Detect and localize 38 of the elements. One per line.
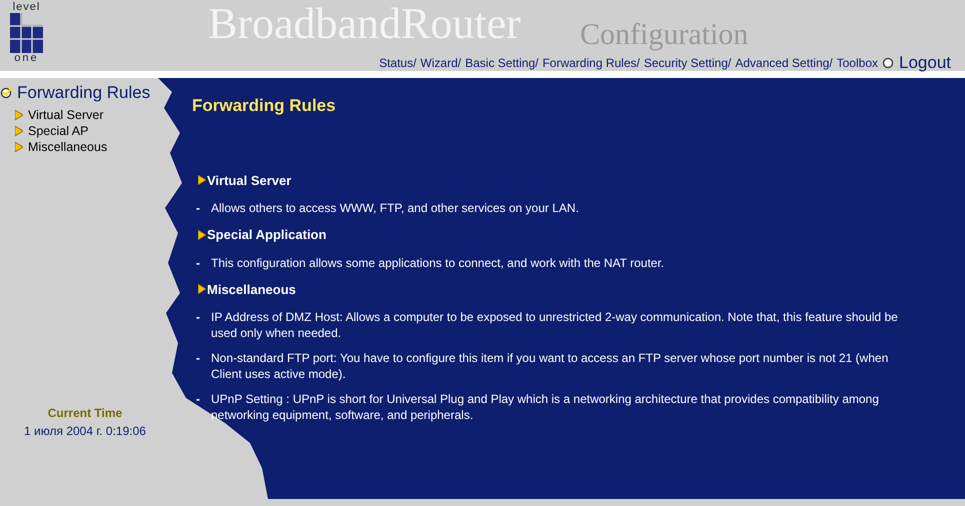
description-text: Allows others to access WWW, FTP, and other services on your LAN. [211, 200, 579, 216]
bullet-dash: - [195, 309, 201, 326]
triangle-icon [15, 142, 23, 152]
logo-icon [10, 13, 43, 53]
triangle-icon [198, 284, 206, 294]
nav-link[interactable]: Status/ [379, 54, 416, 72]
triangle-icon [15, 126, 23, 136]
section-heading: Virtual Server [198, 170, 965, 190]
nav-link[interactable]: Advanced Setting/ [735, 54, 833, 72]
bullet-dash: - [195, 391, 201, 408]
nav-link[interactable]: Basic Setting/ [465, 54, 538, 72]
triangle-icon [198, 230, 206, 240]
logo-text: level [12, 2, 40, 13]
time-label: Current Time [46, 405, 124, 422]
content-title: Forwarding Rules [192, 95, 337, 117]
description-text: This configuration allows some applications to connect, and work with the NAT router. [211, 254, 664, 270]
description-text: Non-standard FTP port: You have to configure this item if you want to access an FTP server whose port number is not 21 (when Client uses active mode). [211, 350, 890, 382]
time-value: 1 июля 2004 г. 0:19:06 [23, 423, 147, 440]
triangle-icon [15, 110, 23, 120]
circle-icon [882, 56, 895, 70]
triangle-icon [198, 175, 206, 186]
bullet-dash: - [195, 254, 201, 270]
sidebar-section[interactable]: Forwarding Rules [0, 80, 150, 106]
logout-link[interactable]: Logout [899, 50, 951, 76]
nav-link[interactable]: Forwarding Rules/ [542, 54, 640, 72]
sidebar-item[interactable]: Special AP [15, 123, 180, 140]
nav-link[interactable]: Security Setting/ [644, 54, 732, 72]
section-heading: Miscellaneous [198, 280, 965, 299]
nav-link[interactable]: Wizard/ [420, 54, 462, 72]
bullet-dash: - [195, 200, 201, 216]
sidebar-item[interactable]: Virtual Server [15, 107, 180, 124]
logo-text: one [14, 53, 39, 64]
check-icon [0, 86, 13, 100]
description-text: IP Address of DMZ Host: Allows a computer to be exposed to unrestricted 2-way communication. Note that, this feature should be used only when needed. [211, 309, 899, 341]
sidebar-item[interactable]: Miscellaneous [15, 139, 180, 156]
section-heading: Special Application [198, 225, 965, 244]
bullet-dash: - [195, 350, 201, 367]
nav-link[interactable]: Toolbox [836, 54, 878, 72]
